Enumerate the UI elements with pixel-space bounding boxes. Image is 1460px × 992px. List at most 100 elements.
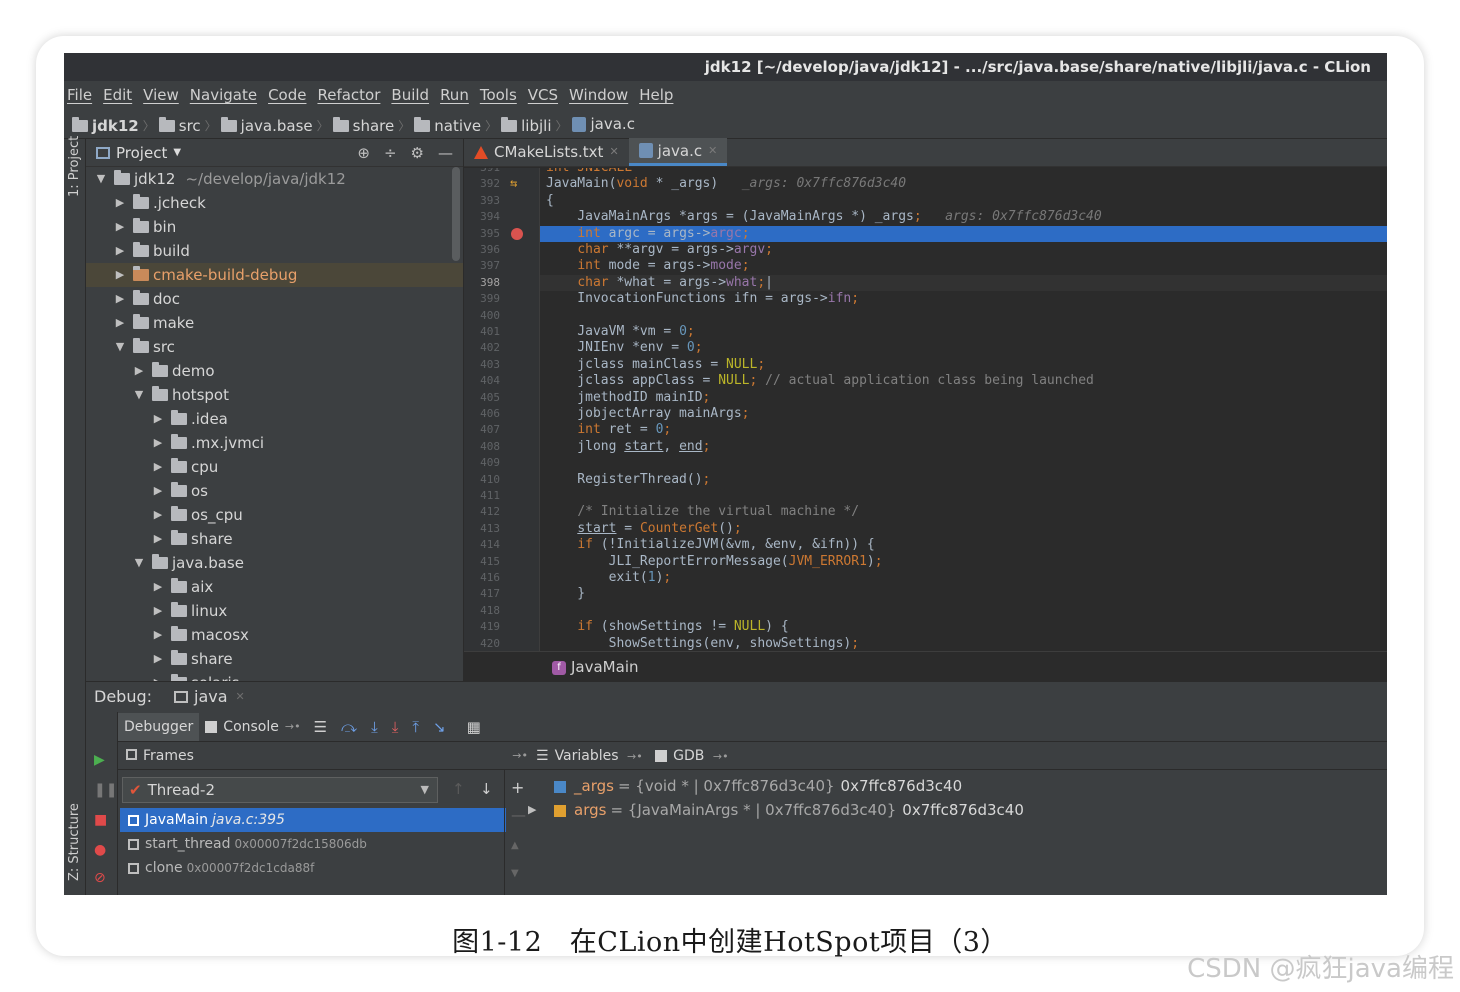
tree-item[interactable]: ▶ .idea: [86, 407, 228, 431]
tree-item[interactable]: ▶ aix: [86, 575, 213, 599]
close-icon[interactable]: ✕: [609, 138, 618, 166]
code-line[interactable]: if (showSettings != NULL) {: [546, 619, 788, 635]
chevron-right-icon[interactable]: ▶: [151, 671, 165, 681]
code-line[interactable]: jlong start, end;: [546, 439, 710, 455]
menu-item-navigate[interactable]: Navigate: [190, 81, 257, 109]
close-icon[interactable]: ✕: [708, 137, 717, 165]
chevron-right-icon[interactable]: ▶: [151, 503, 165, 527]
thread-selector[interactable]: ✔ Thread-2 ▼: [122, 777, 438, 803]
tree-item[interactable]: ▶ macosx: [86, 623, 249, 647]
code-line[interactable]: JavaMain(void * _args) _args: 0x7ffc876d…: [546, 176, 906, 192]
chevron-down-icon[interactable]: ▼: [132, 551, 146, 575]
chevron-right-icon[interactable]: ▶: [113, 263, 127, 287]
stack-frame[interactable]: JavaMain java.c:395: [120, 808, 506, 832]
project-scrollbar[interactable]: [452, 167, 460, 261]
tree-item[interactable]: ▶ build: [86, 239, 190, 263]
evaluate-icon[interactable]: ▦: [467, 718, 481, 736]
project-view-selector[interactable]: Project: [116, 139, 167, 167]
chevron-down-icon[interactable]: ▼: [94, 167, 108, 191]
tree-item[interactable]: ▶ bin: [86, 215, 176, 239]
chevron-right-icon[interactable]: ▶: [151, 431, 165, 455]
force-step-into-icon[interactable]: ⤓: [392, 718, 399, 736]
chevron-right-icon[interactable]: ▶: [151, 647, 165, 671]
locate-icon[interactable]: ⊕: [357, 139, 370, 167]
breakpoint-icon[interactable]: [511, 227, 523, 240]
chevron-down-icon[interactable]: ▼: [132, 383, 146, 407]
menu-item-file[interactable]: File: [67, 81, 92, 109]
code-line[interactable]: exit(1);: [546, 570, 672, 586]
code-line[interactable]: char *what = args->what;|: [546, 275, 773, 291]
variables-pin-icon[interactable]: →•: [627, 750, 643, 763]
add-watch-icon[interactable]: +: [511, 778, 524, 797]
gear-icon[interactable]: ⚙: [411, 139, 424, 167]
code-line[interactable]: int JNICALL: [546, 168, 632, 176]
debug-config-tab[interactable]: java ✕: [174, 682, 245, 712]
code-line[interactable]: /* Initialize the virtual machine */: [546, 504, 859, 520]
tree-item[interactable]: ▶ cmake-build-debug: [86, 263, 463, 287]
code-line[interactable]: RegisterThread();: [546, 472, 710, 488]
tree-item[interactable]: ▶ demo: [86, 359, 215, 383]
chevron-right-icon[interactable]: ▶: [151, 599, 165, 623]
menu-item-edit[interactable]: Edit: [103, 81, 132, 109]
tree-item[interactable]: ▼ hotspot: [86, 383, 229, 407]
code-line[interactable]: start = CounterGet();: [546, 521, 741, 537]
tree-item[interactable]: ▶ doc: [86, 287, 180, 311]
chevron-right-icon[interactable]: ▶: [113, 215, 127, 239]
menu-item-view[interactable]: View: [143, 81, 179, 109]
close-icon[interactable]: ✕: [236, 682, 245, 712]
code-line[interactable]: jclass mainClass = NULL;: [546, 357, 765, 373]
chevron-down-icon[interactable]: ▼: [113, 335, 127, 359]
menu-item-window[interactable]: Window: [569, 81, 628, 109]
code-line[interactable]: JavaMainArgs *args = (JavaMainArgs *) _a…: [546, 209, 1101, 225]
menu-item-vcs[interactable]: VCS: [528, 81, 558, 109]
tree-item[interactable]: ▶ share: [86, 527, 233, 551]
project-tool-tab[interactable]: 1: Project: [67, 136, 82, 197]
move-up-icon[interactable]: ▲: [511, 840, 519, 851]
move-down-icon[interactable]: ▼: [511, 868, 519, 879]
breadcrumb-item[interactable]: native 〉: [414, 111, 501, 141]
step-out-icon[interactable]: ⤒: [412, 718, 419, 736]
step-into-icon[interactable]: ⤓: [371, 718, 378, 736]
code-line[interactable]: jmethodID mainID;: [546, 390, 710, 406]
code-line[interactable]: if (!InitializeJVM(&vm, &env, &ifn)) {: [546, 537, 874, 553]
code-line[interactable]: char **argv = args->argv;: [546, 242, 773, 258]
chevron-right-icon[interactable]: ▶: [151, 479, 165, 503]
breadcrumb-item[interactable]: share 〉: [332, 111, 415, 141]
tree-item[interactable]: ▶ os_cpu: [86, 503, 243, 527]
menu-item-run[interactable]: Run: [440, 81, 469, 109]
tree-item[interactable]: ▶ solaris: [86, 671, 240, 681]
frame-up-icon[interactable]: ↑: [452, 780, 465, 798]
code-line[interactable]: InvocationFunctions ifn = args->ifn;: [546, 291, 859, 307]
tree-item[interactable]: ▶ .mx.jvmci: [86, 431, 264, 455]
variables-tab[interactable]: Variables: [555, 748, 619, 764]
collapse-all-icon[interactable]: ÷: [384, 139, 397, 167]
chevron-right-icon[interactable]: ▶: [151, 527, 165, 551]
code-line[interactable]: jobjectArray mainArgs;: [546, 406, 749, 422]
chevron-right-icon[interactable]: ▶: [113, 311, 127, 335]
stack-frame[interactable]: clone 0x00007f2dc1cda88f: [120, 856, 506, 880]
chevron-right-icon[interactable]: ▶: [113, 287, 127, 311]
stack-frame[interactable]: start_thread 0x00007f2dc15806db: [120, 832, 506, 856]
tree-item[interactable]: ▼ java.base: [86, 551, 244, 575]
code-line[interactable]: ShowSettings(env, showSettings);: [546, 636, 859, 651]
chevron-right-icon[interactable]: ▶: [113, 239, 127, 263]
frames-pin-icon[interactable]: →•: [512, 742, 528, 770]
tab-debugger[interactable]: Debugger: [118, 712, 200, 741]
run-to-cursor-icon[interactable]: ↘: [433, 718, 446, 736]
tree-item[interactable]: ▶ make: [86, 311, 194, 335]
breadcrumb-item[interactable]: src 〉: [158, 111, 221, 141]
remove-watch-icon[interactable]: —: [511, 806, 526, 824]
chevron-down-icon[interactable]: ▼: [173, 139, 181, 167]
breadcrumb-item[interactable]: libjli 〉: [501, 111, 571, 141]
menu-item-help[interactable]: Help: [639, 81, 673, 109]
code-line[interactable]: jclass appClass = NULL; // actual applic…: [546, 373, 1094, 389]
frame-down-icon[interactable]: ↓: [480, 780, 493, 798]
tree-item[interactable]: ▶ share: [86, 647, 233, 671]
tree-item[interactable]: ▶ .jcheck: [86, 191, 206, 215]
code-line[interactable]: JNIEnv *env = 0;: [546, 340, 702, 356]
code-line[interactable]: JavaVM *vm = 0;: [546, 324, 694, 340]
code-line[interactable]: JLI_ReportErrorMessage(JVM_ERROR1);: [546, 554, 883, 570]
tree-item[interactable]: ▼ src: [86, 335, 175, 359]
menu-item-build[interactable]: Build: [391, 81, 429, 109]
chevron-right-icon[interactable]: ▶: [113, 191, 127, 215]
